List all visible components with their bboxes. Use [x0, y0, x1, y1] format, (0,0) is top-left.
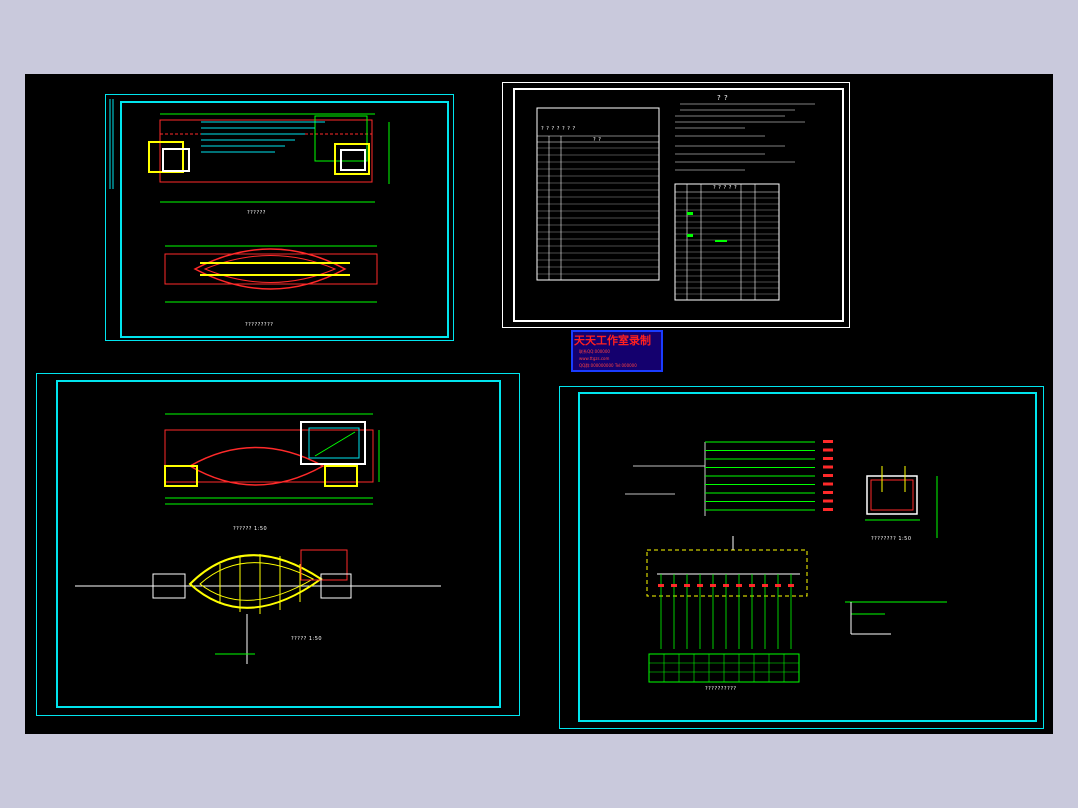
sheet-bottom-right-drawing — [625, 440, 947, 683]
caption-bottom-right-detail: ???????? 1:50 — [871, 536, 912, 542]
caption-bottom-right-system: ?????????? — [705, 686, 737, 692]
cad-drawing-canvas[interactable]: ?????? ????????? ? ? ? ? ? ? ? ? ? ? ? ?… — [25, 74, 1053, 734]
